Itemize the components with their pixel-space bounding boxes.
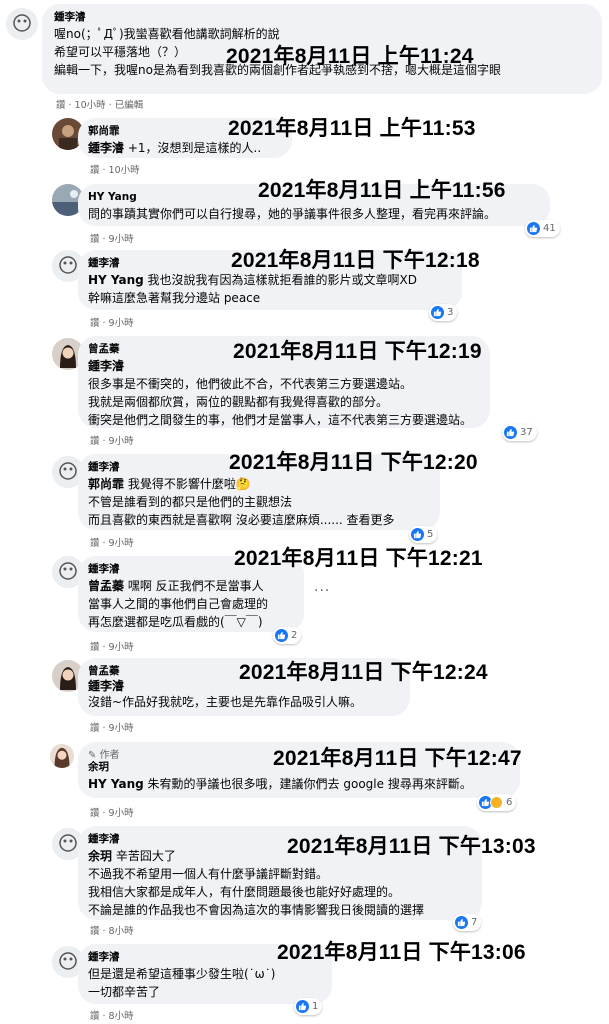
avatar[interactable] <box>6 8 38 40</box>
timestamp-overlay: 2021年8月11日 下午13:06 <box>277 941 526 964</box>
comment-text: 再怎麼選都是吃瓜看戲的(￣▽￣) <box>88 615 263 629</box>
comment-actions[interactable]: 讚 · 9小時 <box>90 315 134 329</box>
comment-text: 很多事是不衝突的，他們彼此不合，不代表第三方要選邊站。 <box>88 377 413 391</box>
reaction-count[interactable]: 5 <box>409 526 438 543</box>
reaction-count[interactable]: 6 <box>477 794 517 811</box>
mention-link[interactable]: HY Yang <box>88 777 144 791</box>
comment-text: 但是還是希望這種事少發生啦(˙ω˙) <box>88 967 276 981</box>
comment-actions[interactable]: 讚 · 9小時 <box>90 720 134 734</box>
timestamp-overlay: 2021年8月11日 上午11:24 <box>226 45 474 68</box>
comment-text: 問的事蹟其實你們可以自行搜尋，她的爭議事件很多人整理，看完再來評論。 <box>88 207 497 221</box>
like-icon <box>431 306 444 319</box>
like-icon <box>296 1000 309 1013</box>
mention-link[interactable]: HY Yang <box>88 273 144 287</box>
like-icon <box>411 528 424 541</box>
comment-text: 朱宥勳的爭議也很多哦，建議你們去 google 搜尋再來評斷。 <box>143 777 472 791</box>
timestamp-overlay: 2021年8月11日 下午12:19 <box>233 340 482 363</box>
comment-actions[interactable]: 讚 · 9小時 <box>90 433 134 447</box>
timestamp-overlay: 2021年8月11日 下午12:20 <box>229 451 478 474</box>
timestamp-overlay: 2021年8月11日 上午11:56 <box>258 179 506 202</box>
reaction-count[interactable]: 41 <box>525 220 560 237</box>
mention-link[interactable]: 曾孟蓁 <box>88 579 124 593</box>
timestamp-overlay: 2021年8月11日 下午12:47 <box>273 747 522 770</box>
comment-actions[interactable]: 讚 · 10小時 · 已編輯 <box>56 97 143 111</box>
reaction-count[interactable]: 1 <box>294 998 323 1015</box>
comment-actions[interactable]: 讚 · 8小時 <box>90 1008 134 1022</box>
author-badge: ✎ 作者 <box>88 750 120 761</box>
comment-text: 不過我不希望用一個人有什麼爭議評斷對錯。 <box>88 867 329 881</box>
timestamp-overlay: 2021年8月11日 上午11:53 <box>228 117 476 140</box>
comment-text: 我就是兩個都欣賞，兩位的觀點都有我覺得喜歡的部分。 <box>88 395 389 409</box>
reaction-count[interactable]: 2 <box>273 627 302 644</box>
avatar[interactable] <box>50 744 74 768</box>
comment-actions[interactable]: 讚 · 9小時 <box>90 639 134 653</box>
comment-actions[interactable]: 讚 · 10小時 <box>90 162 140 176</box>
commenter-name[interactable]: 鍾李濬 <box>54 10 590 25</box>
reaction-count[interactable]: 37 <box>502 424 537 441</box>
timestamp-overlay: 2021年8月11日 下午12:21 <box>234 547 483 570</box>
like-icon <box>455 916 468 929</box>
like-icon <box>504 426 517 439</box>
comment-text: +1，沒想到是這樣的人.. <box>124 141 262 155</box>
comment-actions[interactable]: 讚 · 8小時 <box>90 923 134 937</box>
comment-text: 辛苦囧大了 <box>112 849 176 863</box>
comment-actions[interactable]: 讚 · 9小時 <box>90 805 134 819</box>
comment-text: 幹嘛這麼急著幫我分邊站 peace <box>88 291 261 305</box>
comment-actions[interactable]: 讚 · 9小時 <box>90 231 134 245</box>
mention-link[interactable]: 郭尚霏 <box>88 477 124 491</box>
comment-text: 一切都辛苦了 <box>88 985 161 999</box>
comment-text: 我覺得不影響什麼啦🤔 <box>124 477 251 491</box>
comment-text: 衝突是他們之間發生的事，他們才是當事人，這不代表第三方要選邊站。 <box>88 413 473 427</box>
like-icon <box>275 629 288 642</box>
mention-link[interactable]: 余玥 <box>88 849 112 863</box>
timestamp-overlay: 2021年8月11日 下午12:24 <box>239 661 488 684</box>
reaction-count[interactable]: 7 <box>453 914 482 931</box>
comment-text: 沒錯~作品好我就吃，主要也是先靠作品吸引人嘛。 <box>88 695 363 709</box>
comment-actions[interactable]: 讚 · 9小時 <box>90 535 134 549</box>
haha-icon <box>490 796 503 809</box>
comment-text[interactable]: 而且喜歡的東西就是喜歡啊 沒必要這麼麻煩...... 查看更多 <box>88 511 428 529</box>
timestamp-overlay: 2021年8月11日 下午13:03 <box>287 835 536 858</box>
comment-text: 不論是誰的作品我也不會因為這次的事情影響我日後閱讀的選擇 <box>88 903 425 917</box>
mention-link[interactable]: 鍾李濬 <box>88 141 124 155</box>
reaction-count[interactable]: 3 <box>429 304 458 321</box>
comment-text: 我也沒說我有因為這樣就拒看誰的影片或文章啊XD <box>143 273 418 287</box>
more-options-icon[interactable]: ··· <box>314 583 330 599</box>
comment-text: 嘿啊 反正我們不是當事人 <box>124 579 264 593</box>
like-icon <box>527 222 540 235</box>
comment-text: 當事人之間的事他們自己會處理的 <box>88 597 269 611</box>
timestamp-overlay: 2021年8月11日 下午12:18 <box>231 249 480 272</box>
comment-text: 我相信大家都是成年人，有什麼問題最後也能好好處理的。 <box>88 885 401 899</box>
comment-text: 不管是誰看到的都只是他們的主觀想法 <box>88 495 293 509</box>
